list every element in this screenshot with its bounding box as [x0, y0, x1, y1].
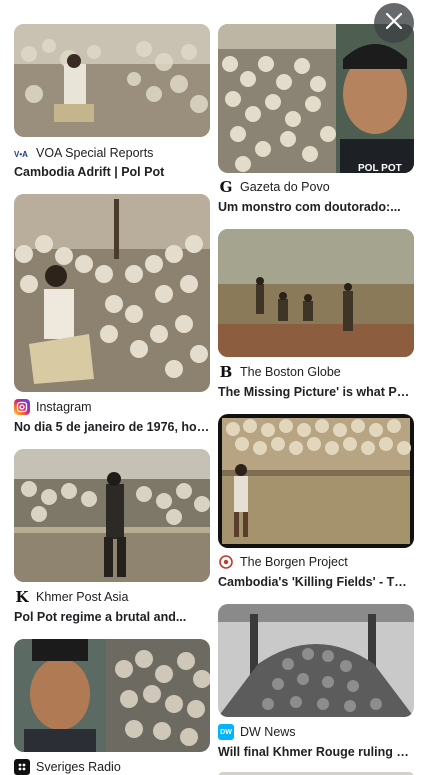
result-source[interactable]: Sveriges Radio: [14, 759, 121, 775]
borgen-project-icon: [218, 554, 234, 570]
result-source-label: DW News: [240, 725, 296, 739]
close-icon: [385, 12, 403, 35]
result-source-label: Instagram: [36, 400, 92, 414]
close-button[interactable]: [374, 3, 414, 43]
result-title[interactable]: No dia 5 de janeiro de 1976, hoj...: [14, 420, 210, 434]
result-thumbnail[interactable]: [218, 229, 414, 357]
gazeta-logo-icon: G: [219, 178, 233, 196]
khmer-post-logo-icon: K: [15, 588, 29, 606]
sveriges-radio-icon: [14, 759, 30, 775]
result-title[interactable]: Cambodia's 'Killing Fields' - The...: [218, 575, 414, 589]
voa-logo-icon: V•A: [14, 145, 30, 161]
result-title[interactable]: Pol Pot regime a brutal and...: [14, 610, 210, 624]
result-thumbnail[interactable]: [14, 24, 210, 137]
result-thumbnail[interactable]: [14, 449, 210, 582]
result-title[interactable]: The Missing Picture' is what Pol...: [218, 385, 414, 399]
result-source-label: Sveriges Radio: [36, 760, 121, 774]
svg-text:V•A: V•A: [14, 150, 28, 158]
result-source-label: The Boston Globe: [240, 365, 341, 379]
result-thumbnail[interactable]: [218, 604, 414, 717]
result-source-label: Gazeta do Povo: [240, 180, 330, 194]
result-source[interactable]: DW DW News: [218, 724, 296, 740]
result-source[interactable]: G Gazeta do Povo: [218, 178, 330, 196]
result-source-label: The Borgen Project: [240, 555, 348, 569]
result-title[interactable]: Um monstro com doutorado:...: [218, 200, 414, 214]
result-source[interactable]: V•A VOA Special Reports: [14, 145, 153, 161]
result-thumbnail[interactable]: POL POT: [218, 24, 414, 173]
result-thumbnail[interactable]: [14, 639, 210, 752]
instagram-icon: [14, 399, 30, 415]
result-thumbnail[interactable]: [218, 414, 414, 548]
result-source[interactable]: The Borgen Project: [218, 554, 348, 570]
result-source[interactable]: Instagram: [14, 399, 92, 415]
dw-news-icon: DW: [218, 724, 234, 740]
boston-globe-icon: B: [219, 363, 233, 381]
result-thumbnail[interactable]: [14, 194, 210, 392]
svg-text:POL POT: POL POT: [358, 163, 402, 173]
result-source-label: Khmer Post Asia: [36, 590, 129, 604]
result-title[interactable]: Will final Khmer Rouge ruling en...: [218, 745, 414, 759]
image-results-page: V•A VOA Special Reports Cambodia Adrift …: [0, 0, 428, 775]
result-title[interactable]: Cambodia Adrift | Pol Pot: [14, 165, 210, 179]
result-source-label: VOA Special Reports: [36, 146, 154, 160]
result-source[interactable]: B The Boston Globe: [218, 363, 341, 381]
result-source[interactable]: K Khmer Post Asia: [14, 588, 129, 606]
